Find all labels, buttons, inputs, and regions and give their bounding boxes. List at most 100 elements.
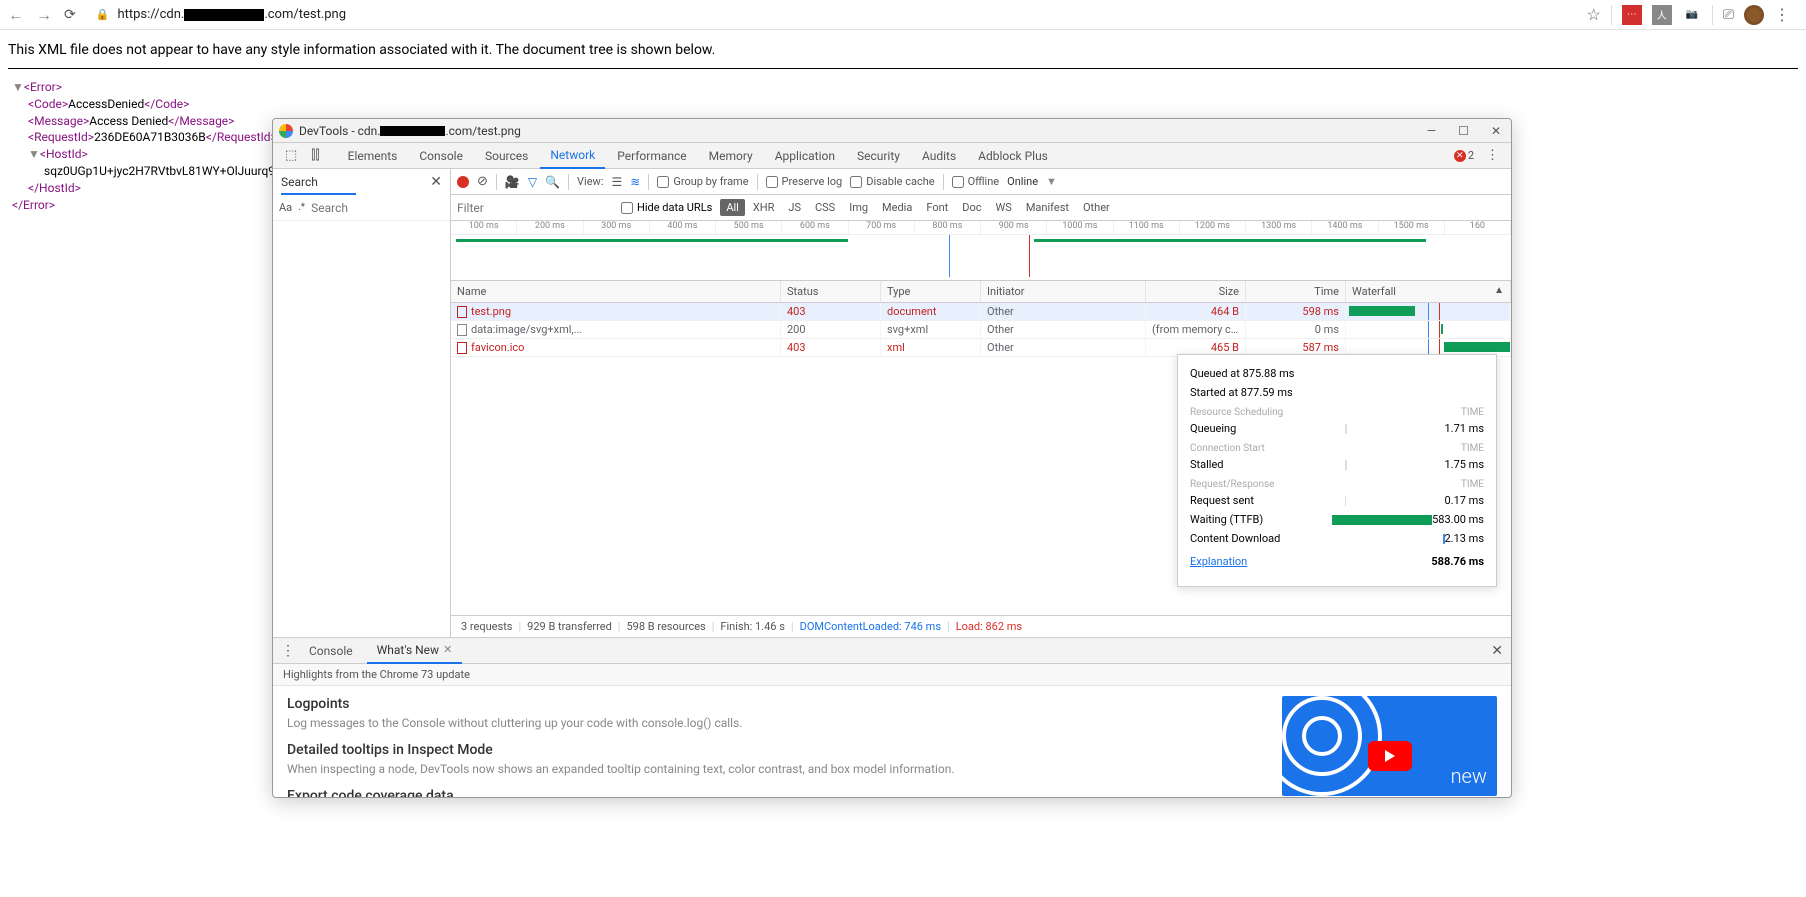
filter-toggle-icon[interactable]: ▽	[528, 175, 537, 189]
forward-button[interactable]: →	[36, 5, 52, 25]
devtools-drawer: ⋮ Console What's New ✕ ✕ Highlights from…	[273, 637, 1511, 797]
disable-cache-checkbox[interactable]: Disable cache	[850, 175, 934, 188]
error-count-badge[interactable]: ✕ 2	[1454, 149, 1474, 162]
window-maximize-icon[interactable]: ☐	[1454, 124, 1473, 138]
timing-explanation-link[interactable]: Explanation	[1190, 555, 1247, 568]
th-time[interactable]: Time	[1246, 281, 1346, 302]
tab-application[interactable]: Application	[765, 143, 845, 169]
drawer-tab-close-icon[interactable]: ✕	[443, 643, 452, 656]
row-time: 598 ms	[1246, 303, 1346, 320]
xml-notice: This XML file does not appear to have an…	[8, 38, 1798, 69]
drawer-item-heading: Logpoints	[287, 696, 1262, 712]
drawer-tab-console[interactable]: Console	[299, 638, 363, 664]
regex-toggle[interactable]: .*	[298, 202, 305, 213]
tab-memory[interactable]: Memory	[699, 143, 763, 169]
tab-security[interactable]: Security	[847, 143, 910, 169]
chip-ws[interactable]: WS	[990, 199, 1018, 216]
timeline-tick: 1300 ms	[1246, 221, 1312, 234]
drawer-menu-icon[interactable]: ⋮	[281, 643, 295, 659]
chip-xhr[interactable]: XHR	[747, 199, 781, 216]
timeline-tick: 300 ms	[584, 221, 650, 234]
th-name[interactable]: Name	[451, 281, 781, 302]
whatsnew-video[interactable]: new	[1282, 696, 1497, 796]
tab-adblock[interactable]: Adblock Plus	[968, 143, 1058, 169]
chip-media[interactable]: Media	[876, 199, 918, 216]
timeline-tick: 1500 ms	[1379, 221, 1445, 234]
row-status: 403	[781, 339, 881, 356]
screenshots-icon[interactable]: 🎥	[505, 175, 520, 189]
network-timeline[interactable]: 100 ms200 ms300 ms400 ms500 ms600 ms700 …	[451, 221, 1511, 281]
devtools-titlebar[interactable]: DevTools - cdn..com/test.png — ☐ ✕	[273, 119, 1511, 143]
table-row[interactable]: data:image/svg+xml,...200svg+xmlOther(fr…	[451, 321, 1511, 339]
address-bar[interactable]: 🔒 https://cdn..com/test.png	[88, 7, 1575, 22]
window-close-icon[interactable]: ✕	[1487, 124, 1505, 138]
back-button[interactable]: ←	[8, 5, 24, 25]
tab-performance[interactable]: Performance	[607, 143, 696, 169]
throttle-dropdown-icon[interactable]: ▼	[1046, 175, 1057, 188]
match-case-toggle[interactable]: Aa	[279, 201, 292, 214]
th-initiator[interactable]: Initiator	[981, 281, 1146, 302]
chip-font[interactable]: Font	[920, 199, 954, 216]
tab-elements[interactable]: Elements	[338, 143, 408, 169]
device-toggle-icon[interactable]: ⫿⫿	[305, 148, 325, 163]
group-by-frame-checkbox[interactable]: Group by frame	[657, 175, 748, 188]
th-waterfall[interactable]: Waterfall▲	[1346, 281, 1511, 302]
search-toggle-icon[interactable]: 🔍	[545, 175, 560, 189]
chip-js[interactable]: JS	[782, 199, 807, 216]
chip-other[interactable]: Other	[1077, 199, 1116, 216]
extension-icon-1[interactable]: ⋯	[1622, 5, 1642, 25]
chip-img[interactable]: Img	[843, 199, 874, 216]
window-minimize-icon[interactable]: —	[1423, 124, 1440, 138]
timing-started: Started at 877.59 ms	[1190, 386, 1293, 399]
row-name: test.png	[471, 305, 511, 318]
chrome-menu-icon[interactable]: ⋮	[1774, 5, 1790, 24]
cast-icon[interactable]: ⎚	[1723, 7, 1734, 23]
view-overview-icon[interactable]: ≋	[630, 175, 640, 189]
clear-button-icon[interactable]: ⊘	[477, 174, 488, 189]
table-row[interactable]: test.png403documentOther464 B598 ms	[451, 303, 1511, 321]
chip-css[interactable]: CSS	[809, 199, 841, 216]
timeline-tick: 600 ms	[782, 221, 848, 234]
search-panel-title: Search	[281, 175, 356, 195]
online-label: Online	[1007, 175, 1038, 188]
profile-avatar[interactable]	[1744, 5, 1764, 25]
offline-checkbox[interactable]: Offline	[952, 175, 1000, 188]
tab-network[interactable]: Network	[540, 143, 605, 169]
toolbar-right: ☆ ⋯ 人 📷 ⎚ ⋮	[1586, 5, 1798, 25]
preserve-log-checkbox[interactable]: Preserve log	[766, 175, 843, 188]
filter-input[interactable]	[457, 201, 613, 215]
drawer-tab-whatsnew[interactable]: What's New ✕	[367, 638, 463, 664]
extension-pdf-icon[interactable]: 人	[1652, 5, 1672, 25]
devtools-menu-icon[interactable]: ⋮	[1480, 148, 1505, 163]
chip-manifest[interactable]: Manifest	[1020, 199, 1075, 216]
timing-tooltip: Queued at 875.88 ms Started at 877.59 ms…	[1177, 354, 1497, 587]
record-button[interactable]	[457, 176, 469, 188]
hide-data-urls-checkbox[interactable]: Hide data URLs	[621, 201, 712, 214]
th-type[interactable]: Type	[881, 281, 981, 302]
search-input[interactable]	[311, 201, 467, 215]
row-waterfall	[1346, 321, 1511, 338]
xml-toggle-icon[interactable]: ▼	[12, 80, 24, 94]
row-status: 403	[781, 303, 881, 320]
devtools-title: DevTools - cdn..com/test.png	[299, 124, 1423, 138]
timeline-tick: 1000 ms	[1047, 221, 1113, 234]
devtools-tabs: ⬚ ⫿⫿ Elements Console Sources Network Pe…	[273, 143, 1511, 169]
chip-all[interactable]: All	[720, 199, 745, 216]
view-large-icon[interactable]: ☰	[612, 175, 623, 189]
bookmark-star-icon[interactable]: ☆	[1586, 5, 1600, 24]
tab-sources[interactable]: Sources	[475, 143, 538, 169]
drawer-close-icon[interactable]: ✕	[1491, 643, 1503, 659]
reload-button[interactable]: ⟳	[64, 7, 76, 23]
extension-camera-icon[interactable]: 📷	[1682, 5, 1702, 25]
xml-toggle-icon[interactable]: ▼	[28, 147, 40, 161]
th-status[interactable]: Status	[781, 281, 881, 302]
tab-console[interactable]: Console	[409, 143, 473, 169]
chip-doc[interactable]: Doc	[956, 199, 987, 216]
timeline-tick: 200 ms	[517, 221, 583, 234]
search-close-icon[interactable]: ✕	[430, 174, 442, 190]
th-size[interactable]: Size	[1146, 281, 1246, 302]
tab-audits[interactable]: Audits	[912, 143, 966, 169]
file-icon	[457, 324, 467, 336]
timeline-tick: 500 ms	[716, 221, 782, 234]
inspect-element-icon[interactable]: ⬚	[279, 148, 303, 163]
